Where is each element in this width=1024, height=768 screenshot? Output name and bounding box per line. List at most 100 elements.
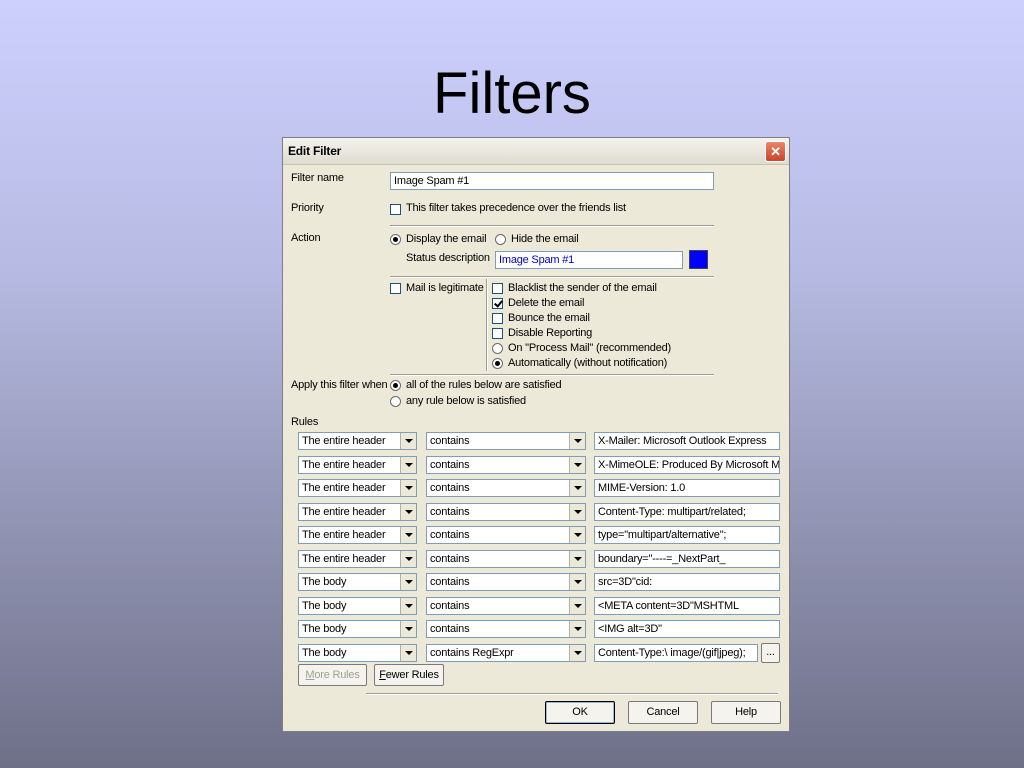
chevron-down-icon[interactable] (400, 433, 416, 449)
separator (366, 693, 778, 695)
rule-field-select[interactable]: The entire header (298, 479, 417, 497)
chevron-down-icon[interactable] (569, 621, 585, 637)
all-rules-radio[interactable] (390, 380, 401, 391)
cancel-button[interactable]: Cancel (628, 701, 698, 724)
more-rules-label: ore Rules (314, 669, 360, 681)
more-rules-accelerator: M (305, 669, 315, 681)
rule-field-select[interactable]: The body (298, 597, 417, 615)
on-process-mail-radio[interactable] (492, 343, 503, 354)
chevron-down-icon[interactable] (569, 551, 585, 567)
rule-value-input[interactable]: src=3D"cid: (594, 573, 780, 591)
rule-value-input[interactable]: X-Mailer: Microsoft Outlook Express (594, 432, 780, 450)
chevron-down-icon[interactable] (400, 551, 416, 567)
rule-field-select[interactable]: The entire header (298, 526, 417, 544)
rule-field-value: The body (302, 576, 347, 588)
chevron-down-icon[interactable] (569, 598, 585, 614)
priority-checkbox[interactable] (390, 204, 401, 215)
chevron-down-icon[interactable] (400, 457, 416, 473)
display-email-radio[interactable] (390, 234, 401, 245)
rule-operator-value: contains (430, 506, 470, 518)
rule-field-select[interactable]: The body (298, 644, 417, 662)
rule-value-input[interactable]: <IMG alt=3D" (594, 620, 780, 638)
automatically-radio[interactable] (492, 358, 503, 369)
chevron-down-icon[interactable] (400, 527, 416, 543)
dialog-titlebar[interactable]: Edit Filter ✕ (283, 138, 789, 165)
rule-operator-select[interactable]: contains RegExpr (426, 644, 586, 662)
rule-operator-value: contains (430, 459, 470, 471)
rule-field-select[interactable]: The body (298, 573, 417, 591)
rule-operator-select[interactable]: contains (426, 503, 586, 521)
chevron-down-icon[interactable] (400, 645, 416, 661)
rule-operator-select[interactable]: contains (426, 550, 586, 568)
apply-filter-label: Apply this filter when (291, 379, 388, 391)
any-rule-radio[interactable] (390, 396, 401, 407)
rule-field-value: The entire header (302, 459, 386, 471)
more-rules-button[interactable]: More Rules (298, 664, 367, 686)
ok-button[interactable]: OK (545, 701, 615, 724)
filter-name-label: Filter name (291, 172, 344, 184)
rule-operator-select[interactable]: contains (426, 573, 586, 591)
fewer-rules-button[interactable]: Fewer Rules (374, 664, 444, 686)
delete-label: Delete the email (508, 297, 585, 309)
rule-field-value: The body (302, 623, 347, 635)
rule-operator-value: contains (430, 623, 470, 635)
status-color-swatch[interactable] (689, 250, 708, 269)
chevron-down-icon[interactable] (400, 504, 416, 520)
rule-operator-value: contains (430, 576, 470, 588)
rule-operator-select[interactable]: contains (426, 597, 586, 615)
rule-value-input[interactable]: type="multipart/alternative"; (594, 526, 780, 544)
chevron-down-icon[interactable] (400, 480, 416, 496)
rule-operator-select[interactable]: contains (426, 526, 586, 544)
delete-checkbox[interactable] (492, 298, 503, 309)
chevron-down-icon[interactable] (569, 433, 585, 449)
filter-name-input[interactable]: Image Spam #1 (390, 172, 714, 190)
status-description-input[interactable]: Image Spam #1 (495, 251, 683, 269)
chevron-down-icon[interactable] (400, 621, 416, 637)
action-label: Action (291, 232, 321, 244)
rules-label: Rules (291, 416, 319, 428)
rule-value-input[interactable]: Content-Type: multipart/related; (594, 503, 780, 521)
mail-legitimate-checkbox[interactable] (390, 283, 401, 294)
rule-field-value: The entire header (302, 482, 386, 494)
rule-operator-select[interactable]: contains (426, 456, 586, 474)
hide-email-label: Hide the email (511, 233, 579, 245)
close-icon[interactable]: ✕ (765, 141, 786, 162)
hide-email-radio[interactable] (495, 234, 506, 245)
rule-value-input[interactable]: boundary="----=_NextPart_ (594, 550, 780, 568)
rule-value-input[interactable]: X-MimeOLE: Produced By Microsoft MimeOLE (594, 456, 780, 474)
on-process-mail-label: On "Process Mail" (recommended) (508, 342, 671, 354)
separator (390, 276, 714, 278)
rule-field-select[interactable]: The entire header (298, 503, 417, 521)
display-email-label: Display the email (406, 233, 487, 245)
disable-reporting-checkbox[interactable] (492, 328, 503, 339)
regex-editor-button[interactable]: ... (761, 643, 780, 663)
rule-operator-value: contains (430, 529, 470, 541)
rule-operator-select[interactable]: contains (426, 620, 586, 638)
rule-field-select[interactable]: The entire header (298, 456, 417, 474)
slide-title: Filters (433, 61, 591, 126)
chevron-down-icon[interactable] (569, 504, 585, 520)
help-button[interactable]: Help (711, 701, 781, 724)
bounce-checkbox[interactable] (492, 313, 503, 324)
rule-field-select[interactable]: The entire header (298, 432, 417, 450)
rule-operator-select[interactable]: contains (426, 432, 586, 450)
chevron-down-icon[interactable] (400, 574, 416, 590)
priority-label: Priority (291, 202, 324, 214)
fewer-rules-label: ewer Rules (385, 669, 439, 681)
chevron-down-icon[interactable] (569, 574, 585, 590)
rule-field-select[interactable]: The entire header (298, 550, 417, 568)
rule-value-input[interactable]: <META content=3D"MSHTML (594, 597, 780, 615)
rule-operator-select[interactable]: contains (426, 479, 586, 497)
rule-field-value: The entire header (302, 435, 386, 447)
rule-value-input[interactable]: Content-Type:\ image/(gif|jpeg); (594, 644, 758, 662)
priority-checkbox-label: This filter takes precedence over the fr… (406, 202, 626, 214)
chevron-down-icon[interactable] (569, 645, 585, 661)
chevron-down-icon[interactable] (569, 480, 585, 496)
rule-value-input[interactable]: MIME-Version: 1.0 (594, 479, 780, 497)
rule-field-value: The body (302, 647, 347, 659)
chevron-down-icon[interactable] (569, 527, 585, 543)
blacklist-checkbox[interactable] (492, 283, 503, 294)
chevron-down-icon[interactable] (569, 457, 585, 473)
chevron-down-icon[interactable] (400, 598, 416, 614)
rule-field-select[interactable]: The body (298, 620, 417, 638)
